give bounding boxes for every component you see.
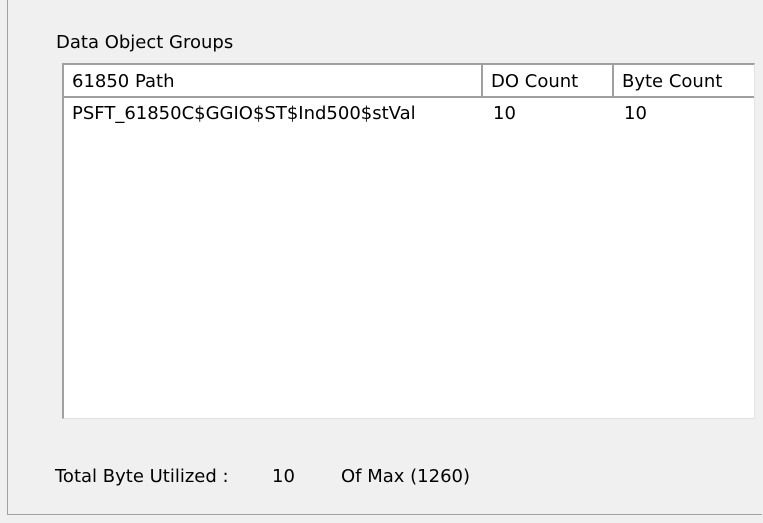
data-object-groups-panel: Data Object Groups 61850 Path DO Count B… xyxy=(7,0,762,515)
cell-byte-count: 10 xyxy=(624,103,647,124)
column-header-61850-path[interactable]: 61850 Path xyxy=(64,65,483,98)
group-box-title: Data Object Groups xyxy=(56,32,234,53)
cell-do-count: 10 xyxy=(493,103,516,124)
table-row[interactable]: PSFT_61850C$GGIO$ST$Ind500$stVal 10 10 xyxy=(64,101,754,127)
data-object-groups-list[interactable]: 61850 Path DO Count Byte Count PSFT_6185… xyxy=(62,63,755,419)
cell-61850-path: PSFT_61850C$GGIO$ST$Ind500$stVal xyxy=(72,103,416,124)
column-header-do-count[interactable]: DO Count xyxy=(483,65,614,98)
list-header: 61850 Path DO Count Byte Count xyxy=(64,65,754,99)
total-byte-utilized-label: Total Byte Utilized : xyxy=(55,466,229,487)
total-byte-utilized-value: 10 xyxy=(272,466,295,487)
column-header-byte-count[interactable]: Byte Count xyxy=(614,65,754,98)
max-bytes-label: Of Max (1260) xyxy=(341,466,471,487)
